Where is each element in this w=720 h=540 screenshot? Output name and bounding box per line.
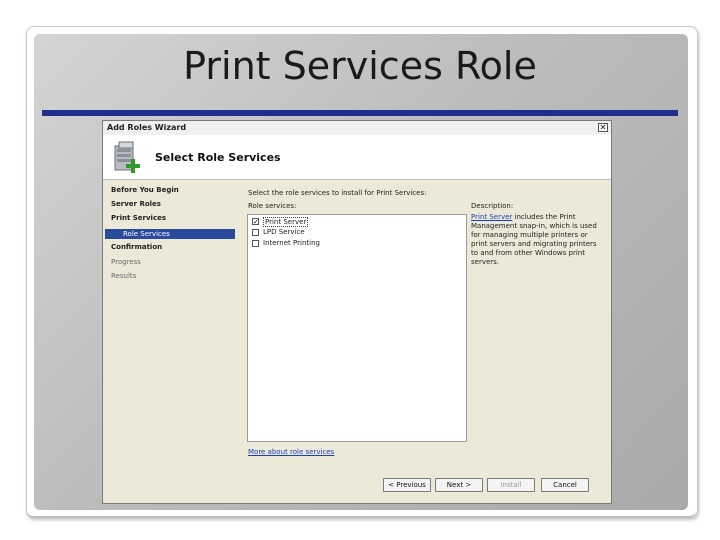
internet-printing-checkbox[interactable] <box>252 240 259 247</box>
list-item-label: LPD Service <box>263 228 305 236</box>
server-add-icon <box>114 141 140 173</box>
list-item-label: Internet Printing <box>263 239 320 247</box>
wizard-header: Select Role Services <box>103 135 611 180</box>
description-label: Description: <box>471 202 514 210</box>
next-button[interactable]: Next > <box>435 478 483 492</box>
cancel-button[interactable]: Cancel <box>541 478 589 492</box>
instruction-text: Select the role services to install for … <box>248 189 427 197</box>
nav-item-print-services[interactable]: Print Services <box>111 214 166 222</box>
nav-item-server-roles[interactable]: Server Roles <box>111 200 161 208</box>
nav-item-role-services-label: Role Services <box>123 230 170 238</box>
role-services-label: Role services: <box>248 202 297 210</box>
description-text: Print Server includes the Print Manageme… <box>471 213 599 267</box>
slide-title: Print Services Role <box>183 44 537 88</box>
wizard-page-title: Select Role Services <box>155 151 281 164</box>
slide-bottom-edge <box>26 508 696 518</box>
nav-item-results: Results <box>111 272 137 280</box>
description-link[interactable]: Print Server <box>471 213 512 221</box>
previous-button[interactable]: < Previous <box>383 478 431 492</box>
nav-item-before-you-begin[interactable]: Before You Begin <box>111 186 179 194</box>
install-button: Install <box>487 478 535 492</box>
title-rule <box>42 110 678 116</box>
nav-item-confirmation[interactable]: Confirmation <box>111 243 162 251</box>
close-button[interactable]: ✕ <box>598 123 608 132</box>
nav-item-progress: Progress <box>111 258 141 266</box>
print-server-checkbox[interactable]: ✓ <box>252 218 259 226</box>
window-titlebar: Add Roles Wizard ✕ <box>103 121 611 136</box>
nav-item-role-services[interactable]: Role Services <box>105 229 235 239</box>
more-about-role-services-link[interactable]: More about role services <box>248 448 334 456</box>
role-services-list[interactable]: ✓ Print Server LPD Service Internet Prin… <box>247 214 467 442</box>
lpd-service-checkbox[interactable] <box>252 229 259 236</box>
close-icon: ✕ <box>599 123 607 132</box>
list-item-label: Print Server <box>263 217 309 227</box>
wizard-nav: Before You Begin Server Roles Print Serv… <box>103 180 239 502</box>
add-roles-wizard-window: Add Roles Wizard ✕ Select Role Services … <box>102 120 612 504</box>
window-title: Add Roles Wizard <box>107 123 187 132</box>
